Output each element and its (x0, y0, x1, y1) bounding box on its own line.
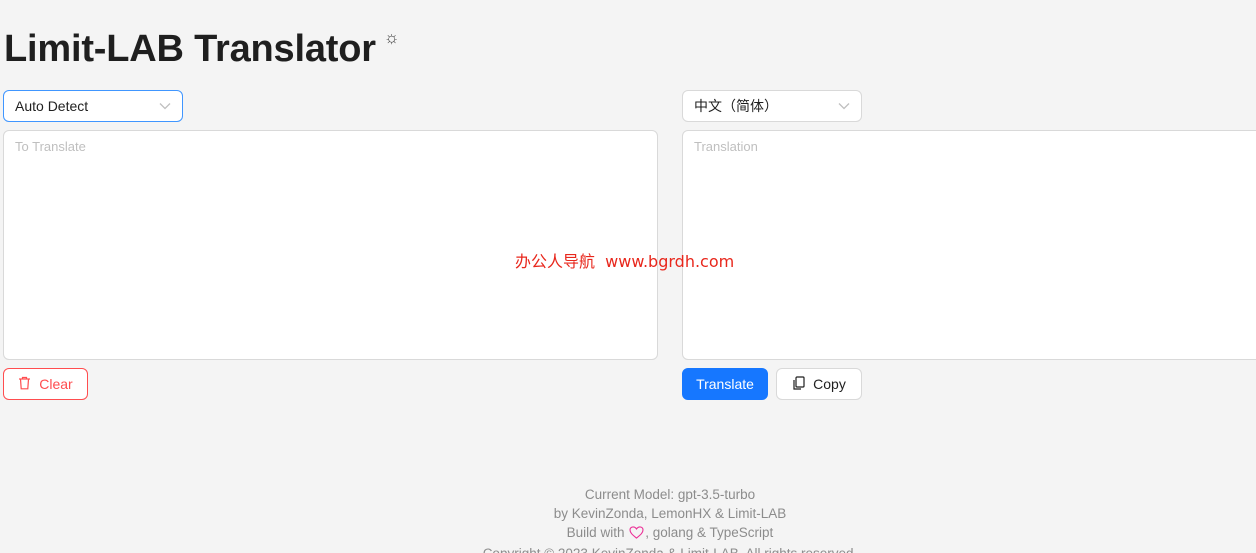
translation-output[interactable] (682, 130, 1256, 360)
watermark-text: 办公人导航 www.bgrdh.com (515, 252, 735, 271)
translator-page: Limit-LAB Translator ☼ Auto Detect 中文（简体… (0, 0, 1256, 553)
clear-button-label: Clear (39, 376, 73, 392)
chevron-down-icon (837, 99, 851, 113)
footer-authors: by KevinZonda, LemonHX & Limit-LAB (553, 506, 787, 521)
copy-icon (792, 375, 805, 393)
sun-icon[interactable]: ☼ (384, 28, 400, 48)
source-language-select[interactable]: Auto Detect (3, 90, 183, 122)
source-language-value: Auto Detect (15, 98, 89, 114)
footer: Current Model: gpt-3.5-turbo by KevinZon… (0, 485, 1256, 553)
footer-model: Current Model: gpt-3.5-turbo (584, 487, 756, 502)
translate-button[interactable]: Translate (682, 368, 768, 400)
copy-button-label: Copy (813, 376, 846, 392)
copy-button[interactable]: Copy (776, 368, 862, 400)
translate-button-label: Translate (696, 376, 754, 392)
chevron-down-icon (158, 99, 172, 113)
footer-build: Build with , golang & TypeScript (0, 523, 1256, 544)
target-language-value: 中文（简体） (694, 98, 778, 114)
heart-icon (629, 525, 644, 544)
footer-copyright: Copyright © 2023 KevinZonda & Limit-LAB.… (0, 544, 1256, 553)
trash-icon (18, 376, 31, 393)
clear-button[interactable]: Clear (3, 368, 88, 400)
header: Limit-LAB Translator ☼ (4, 26, 399, 72)
target-language-select[interactable]: 中文（简体） (682, 90, 862, 122)
source-text-input[interactable] (3, 130, 658, 360)
page-title: Limit-LAB Translator (4, 28, 376, 70)
